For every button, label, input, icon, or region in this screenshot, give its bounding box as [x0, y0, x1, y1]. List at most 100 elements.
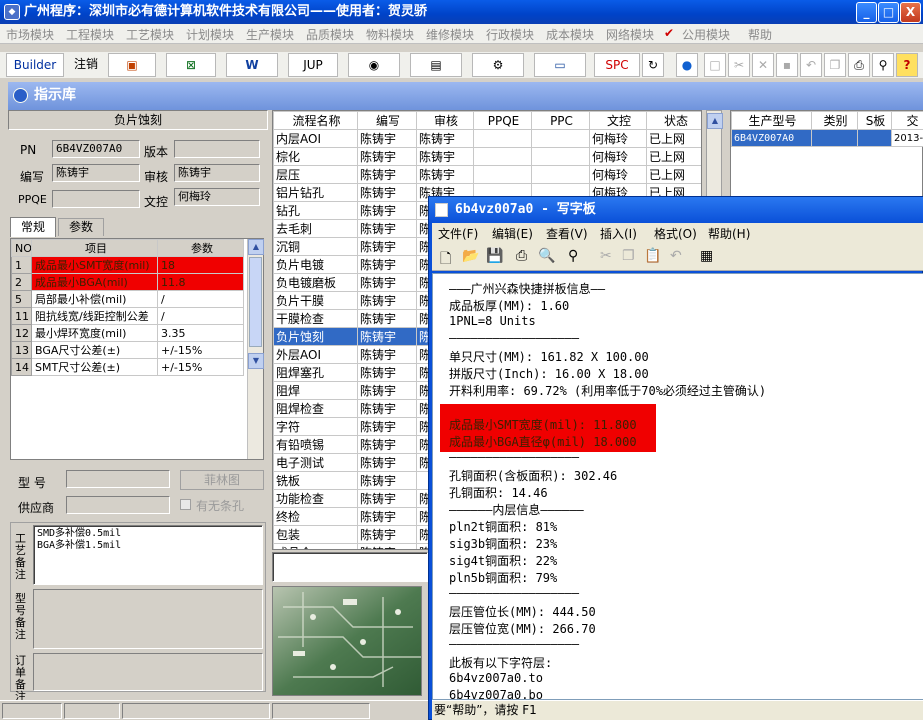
- table-cell[interactable]: 陈铸宇: [357, 201, 417, 220]
- copy-icon[interactable]: ❐: [824, 53, 846, 77]
- flow-header-name[interactable]: 流程名称: [273, 111, 358, 130]
- refresh-icon[interactable]: ↻: [642, 53, 664, 77]
- model-field[interactable]: [66, 470, 170, 488]
- cut-icon[interactable]: ✂: [600, 248, 612, 264]
- table-row[interactable]: 6B4VZ007A0 2013-: [731, 129, 923, 147]
- table-cell[interactable]: 陈铸宇: [357, 183, 417, 202]
- copy-icon[interactable]: ❐: [622, 248, 635, 264]
- menu-engineering[interactable]: 工程模块: [66, 26, 114, 43]
- table-cell[interactable]: 干膜检查: [273, 309, 358, 328]
- table-row[interactable]: 11 阻抗线宽/线距控制公差 /: [11, 307, 244, 325]
- menu-production[interactable]: 生产模块: [246, 26, 294, 43]
- table-cell[interactable]: 陈铸宇: [357, 255, 417, 274]
- table-cell[interactable]: [531, 165, 590, 184]
- excel-icon[interactable]: ⊠: [166, 53, 216, 77]
- menu-network[interactable]: 网络模块: [606, 26, 654, 43]
- right-header-type[interactable]: 类别: [811, 111, 858, 130]
- scroll-thumb[interactable]: [249, 257, 262, 347]
- tab-params[interactable]: 参数: [58, 218, 104, 236]
- version-field[interactable]: [174, 140, 260, 158]
- menu-help[interactable]: 帮助: [748, 26, 772, 43]
- menu-market[interactable]: 市场模块: [6, 26, 54, 43]
- table-cell[interactable]: [531, 147, 590, 166]
- network-icon[interactable]: ⚙: [472, 53, 524, 77]
- table-cell[interactable]: [473, 165, 532, 184]
- paste-icon[interactable]: 📋: [644, 248, 661, 264]
- jup-button[interactable]: JUP: [288, 53, 338, 77]
- writer-field[interactable]: 陈铸宇: [52, 164, 140, 182]
- minimize-button[interactable]: _: [856, 2, 877, 23]
- film-button[interactable]: 菲林图: [180, 470, 264, 490]
- database-icon[interactable]: ▤: [410, 53, 462, 77]
- right-header-model[interactable]: 生产型号: [731, 111, 812, 130]
- table-row[interactable]: 2 成品最小BGA(mil) 11.8: [11, 273, 244, 291]
- right-header-delivery[interactable]: 交: [891, 111, 923, 130]
- table-cell[interactable]: 陈铸宇: [416, 129, 474, 148]
- table-cell[interactable]: 陈铸宇: [357, 147, 417, 166]
- table-cell[interactable]: 已上网: [646, 147, 701, 166]
- table-cell[interactable]: 陈铸宇: [357, 507, 417, 526]
- table-cell[interactable]: 阻焊检查: [273, 399, 358, 418]
- wordpad-menu-file[interactable]: 文件(F): [438, 225, 478, 242]
- table-cell[interactable]: 陈铸宇: [357, 417, 417, 436]
- wordpad-menu-format[interactable]: 格式(O): [654, 225, 697, 242]
- tab-general[interactable]: 常规: [10, 217, 56, 237]
- table-cell[interactable]: 有铅喷锡: [273, 435, 358, 454]
- table-row[interactable]: 层压 陈铸宇 陈铸宇 何梅玲 已上网: [273, 165, 701, 184]
- table-row[interactable]: 14 SMT尺寸公差(±) +/-15%: [11, 358, 244, 376]
- flow-header-status[interactable]: 状态: [646, 111, 701, 130]
- computer-icon[interactable]: ▭: [534, 53, 586, 77]
- table-row[interactable]: 12 最小焊环宽度(mil) 3.35: [11, 324, 244, 342]
- ppqe-field[interactable]: [52, 190, 140, 208]
- table-cell[interactable]: 阻焊: [273, 381, 358, 400]
- table-cell[interactable]: 陈铸宇: [357, 543, 417, 549]
- table-cell[interactable]: 陈铸宇: [357, 525, 417, 544]
- builder-button[interactable]: Builder: [6, 53, 64, 77]
- supplier-field[interactable]: [66, 496, 170, 514]
- model-note-field[interactable]: [33, 589, 263, 649]
- table-cell[interactable]: 钻孔: [273, 201, 358, 220]
- save-icon[interactable]: 💾: [486, 248, 503, 264]
- param-header-value[interactable]: 参数: [157, 239, 244, 257]
- table-cell[interactable]: 陈铸宇: [357, 435, 417, 454]
- table-cell[interactable]: 铣板: [273, 471, 358, 490]
- table-row[interactable]: 棕化 陈铸宇 陈铸宇 何梅玲 已上网: [273, 147, 701, 166]
- table-cell[interactable]: 包装: [273, 525, 358, 544]
- close-button[interactable]: X: [900, 2, 921, 23]
- menu-quality[interactable]: 品质模块: [306, 26, 354, 43]
- flow-header-ppqe[interactable]: PPQE: [473, 111, 532, 130]
- table-cell[interactable]: 层压: [273, 165, 358, 184]
- menu-cost[interactable]: 成本模块: [546, 26, 594, 43]
- table-row[interactable]: 内层AOI 陈铸宇 陈铸宇 何梅玲 已上网: [273, 129, 701, 148]
- table-cell[interactable]: 已上网: [646, 165, 701, 184]
- table-row[interactable]: 1 成品最小SMT宽度(mil) 18: [11, 256, 244, 274]
- right-header-sboard[interactable]: S板: [857, 111, 892, 130]
- table-cell[interactable]: 负电镀磨板: [273, 273, 358, 292]
- table-cell[interactable]: 陈铸宇: [357, 309, 417, 328]
- table-cell[interactable]: 陈铸宇: [357, 345, 417, 364]
- flow-scrollbar[interactable]: ▲: [706, 110, 723, 210]
- open-icon[interactable]: 📂: [462, 248, 479, 264]
- table-cell[interactable]: 功能检查: [273, 489, 358, 508]
- scroll-down-icon[interactable]: ▼: [248, 353, 264, 369]
- wordpad-menu-edit[interactable]: 编辑(E): [492, 225, 533, 242]
- menu-material[interactable]: 物料模块: [366, 26, 414, 43]
- flow-header-doc[interactable]: 文控: [589, 111, 647, 130]
- doc-control-field[interactable]: 何梅玲: [174, 188, 260, 206]
- table-cell[interactable]: 陈铸宇: [357, 273, 417, 292]
- param-header-no[interactable]: NO: [11, 239, 32, 257]
- table-cell[interactable]: 陈铸宇: [357, 129, 417, 148]
- table-cell[interactable]: [473, 129, 532, 148]
- table-cell[interactable]: 陈铸宇: [357, 327, 417, 346]
- order-note-field[interactable]: [33, 653, 263, 691]
- table-cell[interactable]: [531, 129, 590, 148]
- undo-icon[interactable]: ↶: [670, 248, 682, 264]
- menu-admin[interactable]: 行政模块: [486, 26, 534, 43]
- table-cell[interactable]: 何梅玲: [589, 147, 647, 166]
- param-scrollbar[interactable]: ▲ ▼: [247, 239, 264, 459]
- table-cell[interactable]: 负片电镀: [273, 255, 358, 274]
- wordpad-document[interactable]: ———广州兴森快捷拼板信息—— 成品板厚(MM): 1.60 1PNL=8 Un…: [432, 273, 923, 700]
- table-cell[interactable]: 去毛刺: [273, 219, 358, 238]
- wordpad-menu-view[interactable]: 查看(V): [546, 225, 588, 242]
- eye-icon[interactable]: ◉: [348, 53, 400, 77]
